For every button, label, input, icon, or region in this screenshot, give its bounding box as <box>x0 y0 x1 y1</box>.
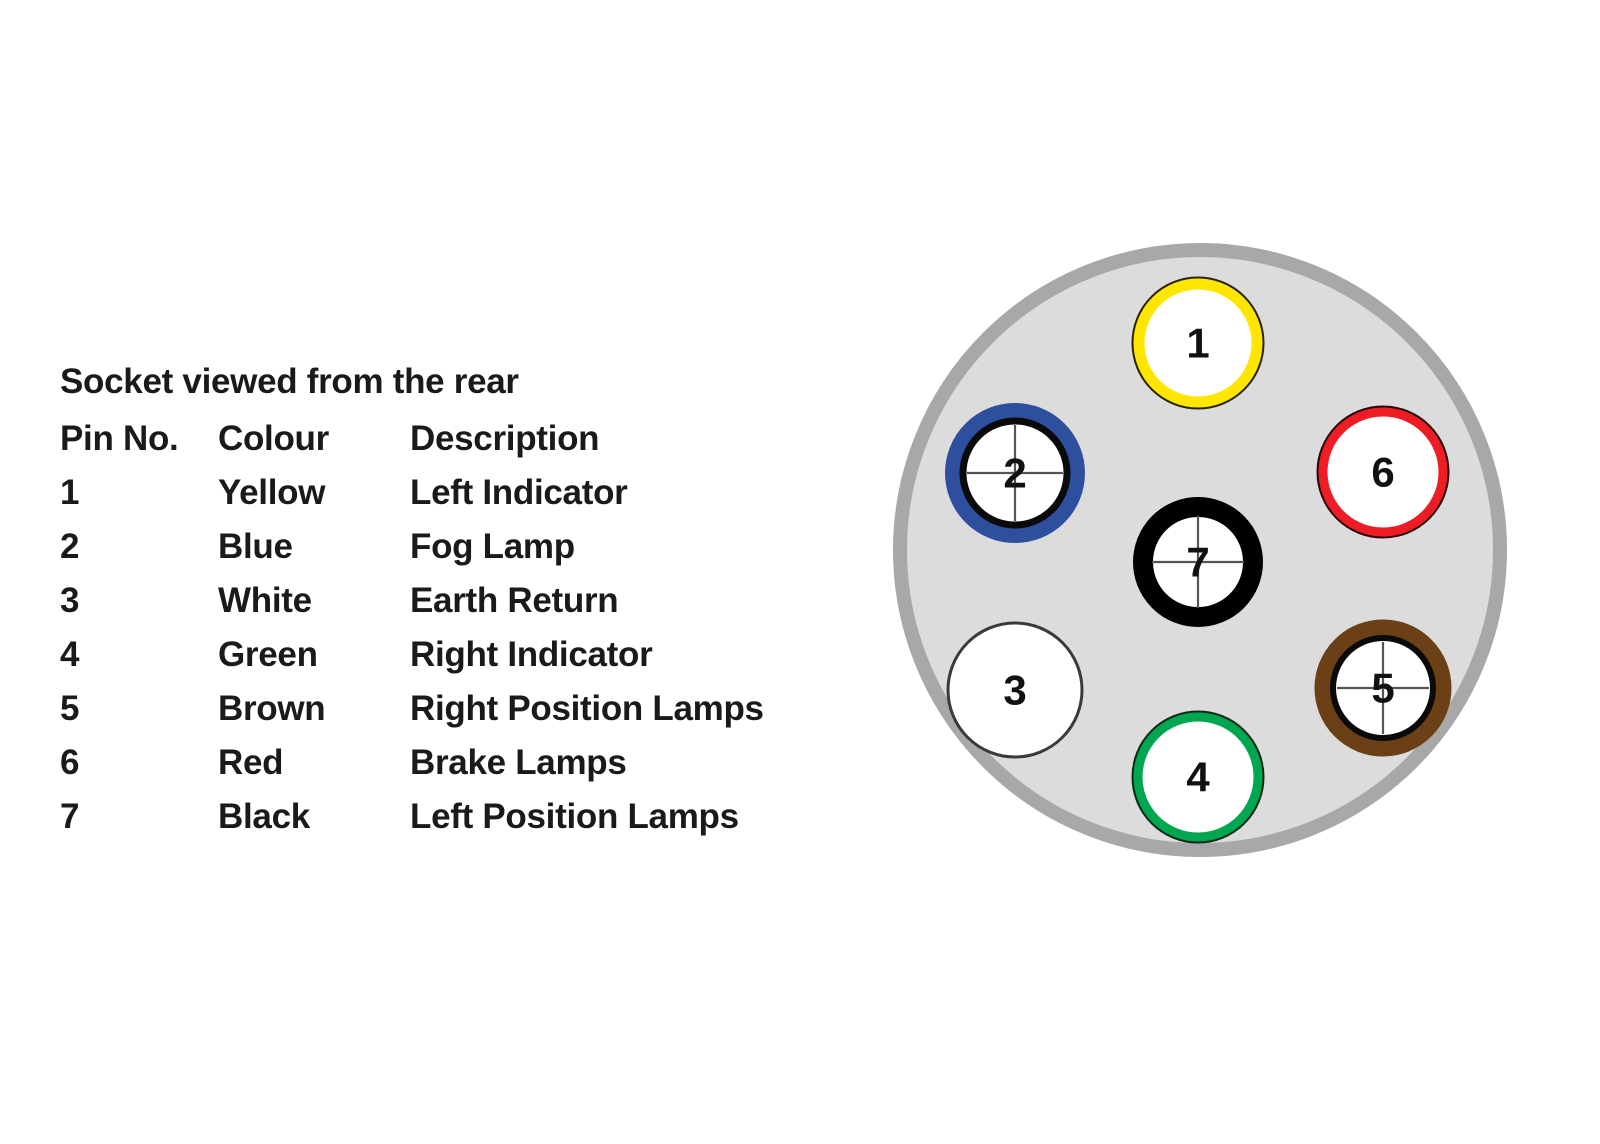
pin-2-number: 2 <box>1003 450 1026 497</box>
legend-row-6: 6 Red Brake Lamps <box>60 743 850 797</box>
cell-pin-no-7: 7 <box>60 796 80 836</box>
socket-pin-3[interactable]: 3 <box>946 621 1084 759</box>
legend-row-3: 3 White Earth Return <box>60 581 850 635</box>
legend-row-5: 5 Brown Right Position Lamps <box>60 689 850 743</box>
cell-colour-1: Yellow <box>218 472 326 512</box>
socket-pin-5[interactable]: 5 <box>1314 619 1452 757</box>
socket-pin-6[interactable]: 6 <box>1316 405 1450 539</box>
cell-colour-3: White <box>218 580 312 620</box>
cell-description-2: Fog Lamp <box>410 526 575 566</box>
cell-description-1: Left Indicator <box>410 472 628 512</box>
socket-pin-1[interactable]: 1 <box>1131 276 1265 410</box>
cell-description-6: Brake Lamps <box>410 742 627 782</box>
pin-6-number: 6 <box>1371 449 1394 496</box>
legend-title: Socket viewed from the rear <box>60 362 519 401</box>
cell-description-4: Right Indicator <box>410 634 653 674</box>
header-description: Description <box>410 418 600 458</box>
legend-header-row: Pin No. Colour Description <box>60 419 850 473</box>
pin-1-number: 1 <box>1186 320 1209 367</box>
cell-pin-no-5: 5 <box>60 688 80 728</box>
socket-svg: 1 2 3 4 5 6 7 <box>893 243 1507 857</box>
cell-colour-7: Black <box>218 796 310 836</box>
cell-pin-no-4: 4 <box>60 634 80 674</box>
pin-5-number: 5 <box>1371 665 1394 712</box>
cell-description-5: Right Position Lamps <box>410 688 764 728</box>
cell-pin-no-2: 2 <box>60 526 80 566</box>
legend-row-2: 2 Blue Fog Lamp <box>60 527 850 581</box>
pin-3-number: 3 <box>1003 667 1026 714</box>
socket-pin-7[interactable]: 7 <box>1133 497 1263 627</box>
cell-colour-2: Blue <box>218 526 293 566</box>
cell-description-3: Earth Return <box>410 580 619 620</box>
socket-diagram: 1 2 3 4 5 6 7 <box>880 230 1530 880</box>
cell-colour-4: Green <box>218 634 318 674</box>
legend-row-4: 4 Green Right Indicator <box>60 635 850 689</box>
legend-row-7: 7 Black Left Position Lamps <box>60 797 850 851</box>
cell-pin-no-3: 3 <box>60 580 80 620</box>
cell-pin-no-1: 1 <box>60 472 80 512</box>
pin-7-number: 7 <box>1186 539 1209 586</box>
socket-pin-4[interactable]: 4 <box>1131 710 1265 844</box>
pin-4-number: 4 <box>1186 754 1210 801</box>
legend-row-1: 1 Yellow Left Indicator <box>60 473 850 527</box>
cell-colour-6: Red <box>218 742 284 782</box>
cell-pin-no-6: 6 <box>60 742 80 782</box>
header-pin-no: Pin No. <box>60 418 179 458</box>
socket-pin-2[interactable]: 2 <box>945 403 1085 543</box>
header-colour: Colour <box>218 418 329 458</box>
cell-colour-5: Brown <box>218 688 326 728</box>
legend-table: Socket viewed from the rear Pin No. Colo… <box>60 362 850 851</box>
diagram-page: Socket viewed from the rear Pin No. Colo… <box>0 0 1600 1144</box>
cell-description-7: Left Position Lamps <box>410 796 739 836</box>
